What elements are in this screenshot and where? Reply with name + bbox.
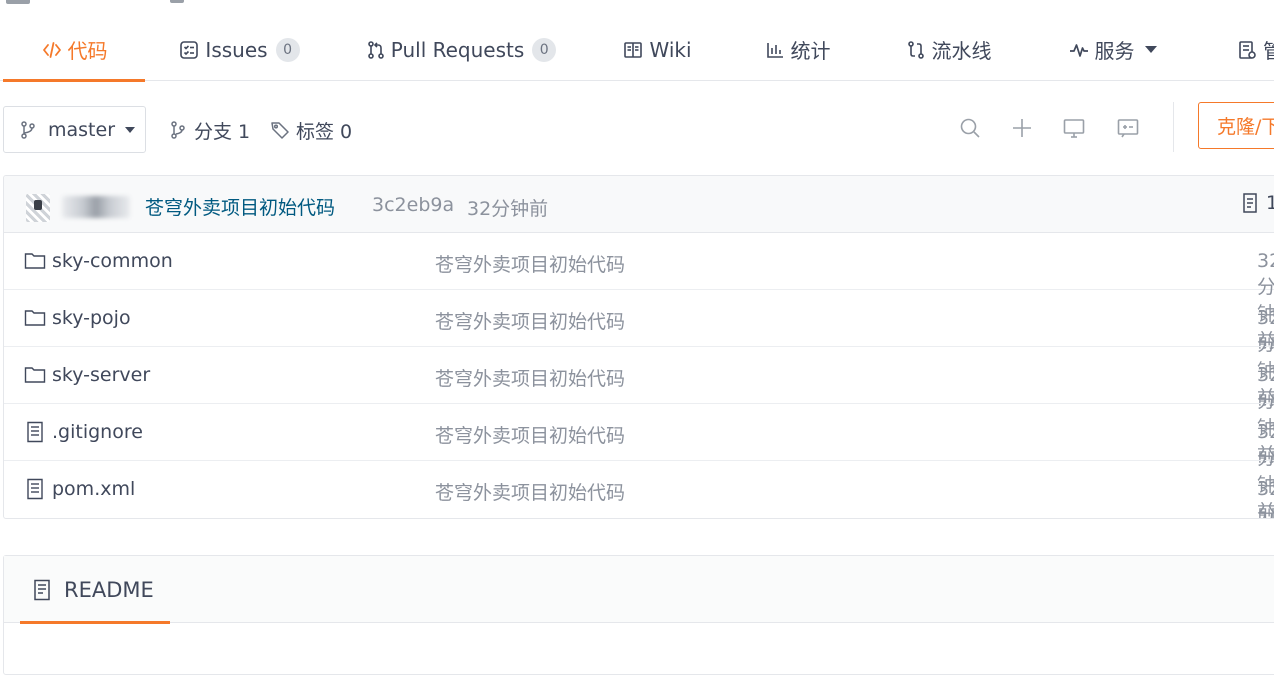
tab-service[interactable]: 服务 (1062, 18, 1162, 81)
commit-message-link[interactable]: 苍穹外卖项目初始代码 (145, 193, 335, 220)
plus-icon (1013, 119, 1031, 137)
table-row[interactable]: .gitignore 苍穹外卖项目初始代码 32分钟前 (4, 404, 1274, 518)
comment-button[interactable] (1113, 113, 1143, 143)
tab-label: 流水线 (931, 39, 992, 63)
branch-select[interactable]: master (3, 106, 146, 153)
readme-panel: README (3, 555, 1274, 675)
tags-link[interactable]: 标签 0 (270, 114, 352, 146)
avatar[interactable] (26, 194, 50, 222)
folder-icon (24, 367, 46, 383)
commit-time: 32分钟前 (467, 198, 549, 220)
search-button[interactable] (955, 113, 985, 143)
search-icon (960, 118, 980, 138)
file-list: sky-common 苍穹外卖项目初始代码 32分钟前 sky-pojo 苍穹外… (4, 233, 1274, 518)
wiki-icon (622, 39, 644, 61)
tab-code[interactable]: 代码 (3, 18, 145, 82)
readme-label: README (64, 577, 154, 602)
file-icon (27, 478, 43, 500)
repo-tabs: 代码 Issues 0 Pull Requests 0 Wiki 统计 流水线 (0, 18, 1274, 82)
tab-stats[interactable]: 统计 (760, 18, 834, 81)
toolbar-divider (1173, 102, 1174, 152)
service-icon (1068, 39, 1090, 61)
readme-header: README (4, 556, 1274, 624)
file-name[interactable]: .gitignore (52, 421, 143, 443)
repo-icon-fragment (6, 0, 30, 4)
file-commit-message[interactable]: 苍穹外卖项目初始代码 (435, 307, 625, 334)
code-icon (41, 39, 63, 61)
tab-pull-requests[interactable]: Pull Requests 0 (366, 18, 557, 81)
header-cutoff (0, 0, 1274, 6)
manage-icon (1236, 39, 1258, 61)
caret-down-icon (125, 126, 136, 133)
issues-icon (178, 39, 200, 61)
web-ide-button[interactable] (1059, 113, 1089, 143)
file-name[interactable]: pom.xml (52, 478, 135, 500)
clone-download-button[interactable]: 克隆/下载 (1198, 102, 1274, 149)
tab-issues[interactable]: Issues 0 (178, 18, 300, 81)
commit-hash[interactable]: 3c2eb9a (372, 194, 454, 216)
file-commit-message[interactable]: 苍穹外卖项目初始代码 (435, 250, 625, 277)
branch-icon (18, 120, 38, 140)
tab-label: 管 (1263, 39, 1274, 63)
tab-label: Pull Requests (390, 37, 525, 62)
readme-icon (34, 579, 50, 600)
file-name[interactable]: sky-common (52, 250, 173, 272)
tab-label: 代码 (67, 39, 108, 63)
table-row[interactable]: sky-common 苍穹外卖项目初始代码 32分钟前 (4, 233, 1274, 352)
pipeline-icon (905, 39, 927, 61)
file-name[interactable]: sky-server (52, 364, 150, 386)
add-file-button[interactable] (1007, 113, 1037, 143)
chevron-down-icon (1144, 46, 1157, 53)
repo-title-fragment (170, 0, 184, 3)
comment-icon (1117, 119, 1139, 138)
file-icon (27, 421, 43, 443)
file-time: 32分钟前 (1257, 478, 1274, 518)
branch-icon (168, 120, 188, 140)
monitor-icon (1063, 119, 1085, 138)
folder-icon (24, 310, 46, 326)
table-row[interactable]: sky-server 苍穹外卖项目初始代码 32分钟前 (4, 347, 1274, 466)
tags-label: 标签 0 (296, 120, 353, 143)
tab-readme[interactable]: README (20, 556, 170, 624)
branches-label: 分支 1 (194, 120, 251, 143)
tab-label: 统计 (790, 39, 831, 63)
pull-requests-count-badge: 0 (532, 37, 557, 62)
file-commit-message[interactable]: 苍穹外卖项目初始代码 (435, 478, 625, 505)
stats-icon (764, 39, 786, 61)
folder-icon (24, 253, 46, 269)
author-name-blurred (62, 196, 130, 218)
tab-label: 服务 (1094, 39, 1135, 63)
file-commit-message[interactable]: 苍穹外卖项目初始代码 (435, 421, 625, 448)
branch-name: master (48, 118, 116, 141)
latest-commit-bar: 苍穹外卖项目初始代码 3c2eb9a 32分钟前 1 (4, 176, 1274, 233)
clone-label: 克隆/下载 (1217, 116, 1274, 138)
pull-request-icon (366, 39, 386, 61)
commits-icon (1243, 193, 1257, 213)
commit-count: 1 (1266, 192, 1274, 214)
tab-pipeline[interactable]: 流水线 (900, 18, 996, 81)
tab-label: Issues (205, 37, 268, 62)
table-row[interactable]: sky-pojo 苍穹外卖项目初始代码 32分钟前 (4, 290, 1274, 409)
tag-icon (270, 120, 290, 140)
branches-link[interactable]: 分支 1 (168, 114, 250, 146)
issues-count-badge: 0 (275, 37, 300, 62)
tab-manage[interactable]: 管 (1236, 18, 1274, 81)
commit-count-link[interactable]: 1 (1240, 192, 1274, 214)
file-commit-message[interactable]: 苍穹外卖项目初始代码 (435, 364, 625, 391)
file-name[interactable]: sky-pojo (52, 307, 131, 329)
file-browser: 苍穹外卖项目初始代码 3c2eb9a 32分钟前 1 sky-common 苍穹… (3, 175, 1274, 519)
tab-label: Wiki (649, 37, 692, 62)
tab-wiki[interactable]: Wiki (620, 18, 694, 81)
table-row[interactable]: pom.xml 苍穹外卖项目初始代码 32分钟前 (4, 461, 1274, 518)
